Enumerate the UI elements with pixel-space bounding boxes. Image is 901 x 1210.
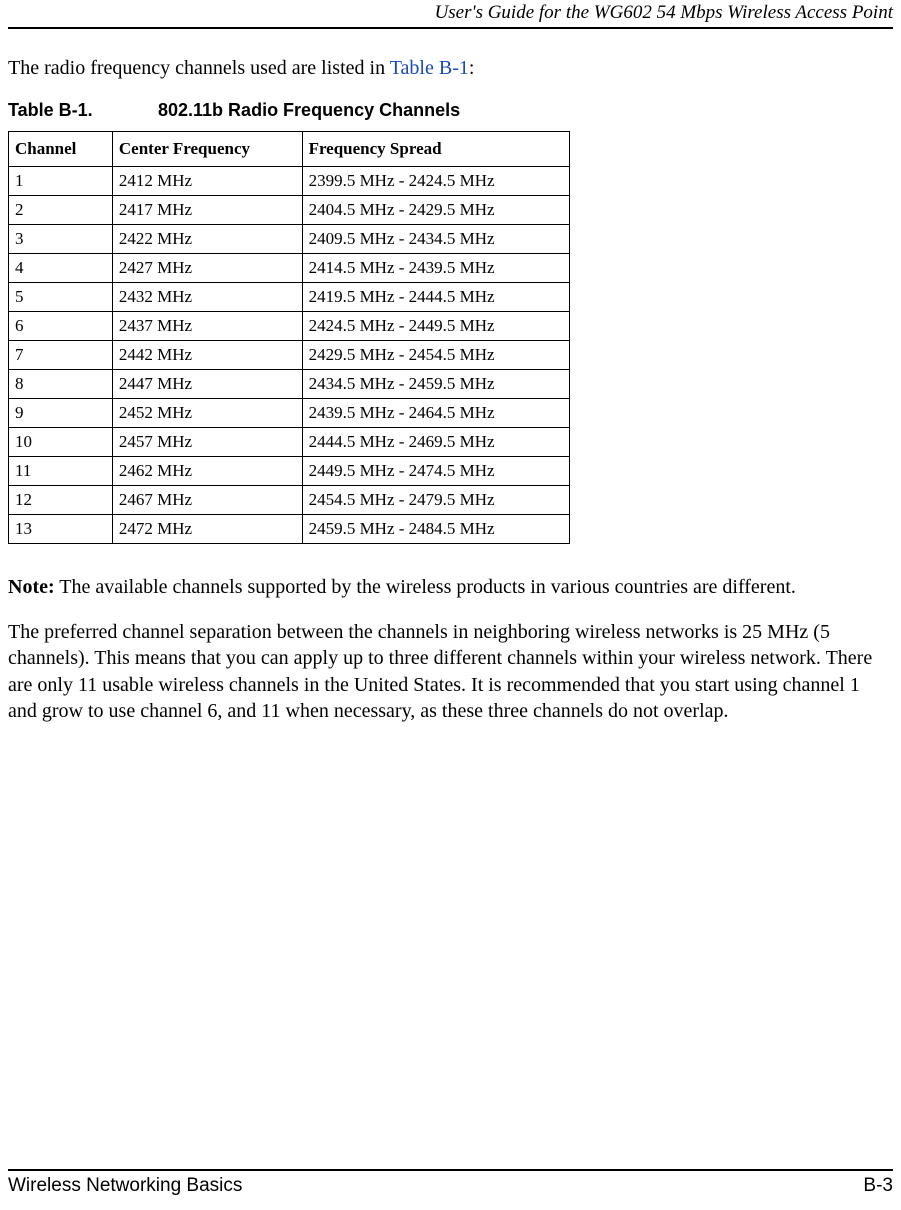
table-cell: 2467 MHz	[112, 486, 302, 515]
table-cell: 2442 MHz	[112, 341, 302, 370]
table-cell: 2434.5 MHz - 2459.5 MHz	[302, 370, 569, 399]
table-row: 32422 MHz2409.5 MHz - 2434.5 MHz	[9, 225, 570, 254]
table-cell: 2409.5 MHz - 2434.5 MHz	[302, 225, 569, 254]
frequency-table: Channel Center Frequency Frequency Sprea…	[8, 131, 570, 544]
header-rule	[8, 27, 893, 29]
table-cell: 4	[9, 254, 113, 283]
table-cell: 2419.5 MHz - 2444.5 MHz	[302, 283, 569, 312]
table-cell: 2449.5 MHz - 2474.5 MHz	[302, 457, 569, 486]
table-row: 72442 MHz2429.5 MHz - 2454.5 MHz	[9, 341, 570, 370]
table-row: 132472 MHz2459.5 MHz - 2484.5 MHz	[9, 515, 570, 544]
table-cell: 2462 MHz	[112, 457, 302, 486]
table-header-row: Channel Center Frequency Frequency Sprea…	[9, 132, 570, 167]
table-row: 102457 MHz2444.5 MHz - 2469.5 MHz	[9, 428, 570, 457]
table-cell: 10	[9, 428, 113, 457]
table-cell: 2414.5 MHz - 2439.5 MHz	[302, 254, 569, 283]
table-cell: 8	[9, 370, 113, 399]
intro-suffix: :	[469, 57, 475, 79]
note-paragraph: Note: The available channels supported b…	[8, 576, 893, 599]
table-cell: 9	[9, 399, 113, 428]
note-text: The available channels supported by the …	[55, 576, 796, 598]
table-ref-link[interactable]: Table B-1	[390, 57, 469, 79]
footer-page: B-3	[863, 1175, 893, 1197]
table-row: 82447 MHz2434.5 MHz - 2459.5 MHz	[9, 370, 570, 399]
footer-rule	[8, 1169, 893, 1171]
intro-prefix: The radio frequency channels used are li…	[8, 57, 390, 79]
table-cell: 2452 MHz	[112, 399, 302, 428]
table-row: 42427 MHz2414.5 MHz - 2439.5 MHz	[9, 254, 570, 283]
table-cell: 2429.5 MHz - 2454.5 MHz	[302, 341, 569, 370]
table-row: 112462 MHz2449.5 MHz - 2474.5 MHz	[9, 457, 570, 486]
table-caption: Table B-1.802.11b Radio Frequency Channe…	[8, 100, 893, 121]
table-cell: 2432 MHz	[112, 283, 302, 312]
table-cell: 2439.5 MHz - 2464.5 MHz	[302, 399, 569, 428]
table-cell: 12	[9, 486, 113, 515]
intro-paragraph: The radio frequency channels used are li…	[8, 57, 893, 80]
table-cell: 2437 MHz	[112, 312, 302, 341]
header-title: User's Guide for the WG602 54 Mbps Wirel…	[8, 0, 893, 27]
table-cell: 7	[9, 341, 113, 370]
table-row: 122467 MHz2454.5 MHz - 2479.5 MHz	[9, 486, 570, 515]
table-row: 52432 MHz2419.5 MHz - 2444.5 MHz	[9, 283, 570, 312]
table-cell: 1	[9, 167, 113, 196]
table-cell: 2399.5 MHz - 2424.5 MHz	[302, 167, 569, 196]
note-label: Note:	[8, 576, 55, 598]
table-cell: 2424.5 MHz - 2449.5 MHz	[302, 312, 569, 341]
table-cell: 2457 MHz	[112, 428, 302, 457]
table-cell: 2427 MHz	[112, 254, 302, 283]
table-cell: 2472 MHz	[112, 515, 302, 544]
table-cell: 2412 MHz	[112, 167, 302, 196]
table-row: 92452 MHz2439.5 MHz - 2464.5 MHz	[9, 399, 570, 428]
table-cell: 3	[9, 225, 113, 254]
table-caption-label: Table B-1.	[8, 100, 158, 121]
col-frequency-spread: Frequency Spread	[302, 132, 569, 167]
table-cell: 2422 MHz	[112, 225, 302, 254]
page-footer: Wireless Networking Basics B-3	[8, 1169, 893, 1197]
table-caption-title: 802.11b Radio Frequency Channels	[158, 100, 460, 120]
col-center-frequency: Center Frequency	[112, 132, 302, 167]
table-cell: 11	[9, 457, 113, 486]
table-cell: 2459.5 MHz - 2484.5 MHz	[302, 515, 569, 544]
table-row: 62437 MHz2424.5 MHz - 2449.5 MHz	[9, 312, 570, 341]
table-cell: 2447 MHz	[112, 370, 302, 399]
table-cell: 2	[9, 196, 113, 225]
table-cell: 5	[9, 283, 113, 312]
table-cell: 2454.5 MHz - 2479.5 MHz	[302, 486, 569, 515]
table-cell: 13	[9, 515, 113, 544]
table-cell: 6	[9, 312, 113, 341]
col-channel: Channel	[9, 132, 113, 167]
table-row: 12412 MHz2399.5 MHz - 2424.5 MHz	[9, 167, 570, 196]
table-cell: 2417 MHz	[112, 196, 302, 225]
footer-section: Wireless Networking Basics	[8, 1175, 242, 1197]
table-row: 22417 MHz2404.5 MHz - 2429.5 MHz	[9, 196, 570, 225]
table-cell: 2444.5 MHz - 2469.5 MHz	[302, 428, 569, 457]
body-paragraph-1: The preferred channel separation between…	[8, 619, 893, 725]
table-cell: 2404.5 MHz - 2429.5 MHz	[302, 196, 569, 225]
